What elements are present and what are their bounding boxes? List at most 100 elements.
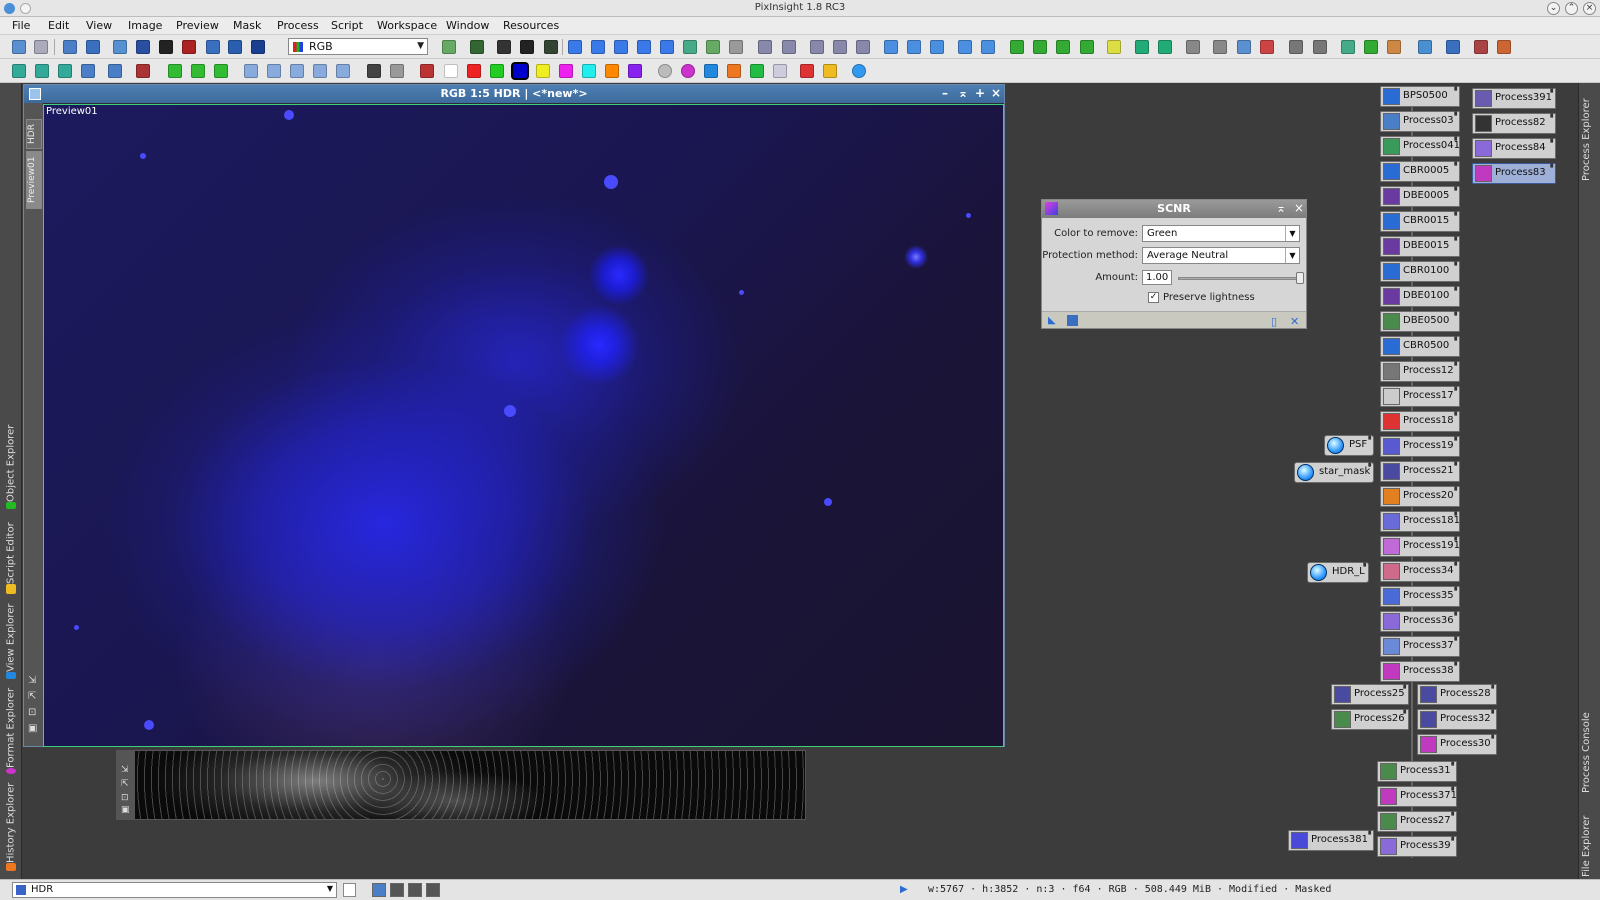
process-icon-dbe0500[interactable]: DBE0500 ▝ xyxy=(1380,311,1460,332)
red-channel-icon[interactable] xyxy=(467,64,481,78)
explorer-4-icon[interactable] xyxy=(1418,40,1432,54)
redo-icon[interactable] xyxy=(34,40,48,54)
tool-4-icon[interactable] xyxy=(1260,40,1274,54)
close-icon[interactable]: × xyxy=(991,86,1001,100)
process-icon-cbr0500[interactable]: CBR0500 ▝ xyxy=(1380,336,1460,357)
gray-icon[interactable] xyxy=(390,64,404,78)
process-9-icon[interactable] xyxy=(214,64,228,78)
tool-3-icon[interactable] xyxy=(1237,40,1251,54)
process-icon-star-mask[interactable]: star_mask ▝ xyxy=(1294,462,1374,483)
color-to-remove-select[interactable]: Green ▼ xyxy=(1142,225,1300,242)
mode-1-icon[interactable] xyxy=(372,883,386,897)
process-icon-dbe0005[interactable]: DBE0005 ▝ xyxy=(1380,186,1460,207)
format-explorer-tab[interactable]: Format Explorer xyxy=(2,688,20,778)
process-icon-process35[interactable]: Process35 ▝ xyxy=(1380,586,1460,607)
process-icon-process12[interactable]: Process12 ▝ xyxy=(1380,361,1460,382)
play-icon[interactable]: ▶ xyxy=(900,884,908,895)
menu-workspace[interactable]: Workspace xyxy=(377,19,437,32)
process-icon-process34[interactable]: Process34 ▝ xyxy=(1380,561,1460,582)
script-editor-tab[interactable]: Script Editor xyxy=(2,518,20,598)
explorer-7-icon[interactable] xyxy=(1497,40,1511,54)
rotate-2-icon[interactable] xyxy=(267,64,281,78)
orange-channel-icon[interactable] xyxy=(605,64,619,78)
notes-icon[interactable] xyxy=(1107,40,1121,54)
strip-tool-1-icon[interactable]: ⇲ xyxy=(121,765,129,775)
tool-6-icon[interactable] xyxy=(1313,40,1327,54)
invert-mask-icon[interactable] xyxy=(544,40,558,54)
process-icon-process03[interactable]: Process03 ▝ xyxy=(1380,111,1460,132)
script-icon[interactable] xyxy=(823,64,837,78)
menu-window[interactable]: Window xyxy=(446,19,489,32)
tab-hdr[interactable]: HDR xyxy=(26,119,42,149)
process-7-icon[interactable] xyxy=(168,64,182,78)
undo-icon[interactable] xyxy=(12,40,26,54)
tile-icon[interactable] xyxy=(907,40,921,54)
open-icon[interactable] xyxy=(63,40,77,54)
process-console-tab[interactable]: Process Console xyxy=(1581,703,1599,793)
cascade-icon[interactable] xyxy=(930,40,944,54)
zoom-2-icon[interactable] xyxy=(660,40,674,54)
workspace-4-icon[interactable] xyxy=(1080,40,1094,54)
execute-icon[interactable] xyxy=(800,64,814,78)
save-icon[interactable] xyxy=(86,40,100,54)
rotate-3-icon[interactable] xyxy=(290,64,304,78)
process-1-icon[interactable] xyxy=(12,64,26,78)
zoom-1-1-icon[interactable] xyxy=(810,40,824,54)
document-icon[interactable]: ▯ xyxy=(1271,315,1282,328)
mode-2-icon[interactable] xyxy=(390,883,404,897)
new-instance-icon[interactable]: ◣ xyxy=(1048,315,1059,326)
image-canvas[interactable]: Preview01 xyxy=(43,104,1004,747)
process-8-icon[interactable] xyxy=(191,64,205,78)
object-explorer-tab[interactable]: Object Explorer xyxy=(2,425,20,513)
mode-4-icon[interactable] xyxy=(426,883,440,897)
file-explorer-tab[interactable]: File Explorer xyxy=(1581,803,1599,877)
process-icon-process25[interactable]: Process25 ▝ xyxy=(1331,684,1409,705)
cyan-channel-icon[interactable] xyxy=(582,64,596,78)
process-3-icon[interactable] xyxy=(58,64,72,78)
mode-3-icon[interactable] xyxy=(408,883,422,897)
reset-icon[interactable]: ✕ xyxy=(1290,315,1301,328)
fit-view-icon[interactable] xyxy=(884,40,898,54)
channel-select[interactable]: RGB ▼ xyxy=(288,38,428,55)
process-icon-process28[interactable]: Process28 ▝ xyxy=(1417,684,1497,705)
amount-slider-handle[interactable] xyxy=(1296,272,1304,284)
process-icon-process30[interactable]: Process30 ▝ xyxy=(1417,734,1497,755)
image-window[interactable]: RGB 1:5 HDR | <*new*> – ⌅ + × HDR Previe… xyxy=(23,84,1005,747)
menu-preview[interactable]: Preview xyxy=(176,19,219,32)
settings-icon[interactable] xyxy=(658,64,672,78)
process-5-icon[interactable] xyxy=(108,64,122,78)
tab-tool-4-icon[interactable]: ▣ xyxy=(28,723,37,734)
process-icon-process39[interactable]: Process39 ▝ xyxy=(1377,836,1457,857)
minimize-icon[interactable]: – xyxy=(942,86,948,100)
flip-icon[interactable] xyxy=(336,64,350,78)
export-icon[interactable] xyxy=(1158,40,1172,54)
process-icon-process181[interactable]: Process181 ▝ xyxy=(1380,511,1460,532)
show-mask-icon[interactable] xyxy=(520,40,534,54)
zoom-in-icon[interactable] xyxy=(758,40,772,54)
refresh-icon[interactable] xyxy=(852,64,866,78)
tab-tool-2-icon[interactable]: ⇱ xyxy=(28,691,36,702)
histogram-icon[interactable] xyxy=(251,40,265,54)
workspace-1-icon[interactable] xyxy=(1010,40,1024,54)
amount-input[interactable]: 1.00 xyxy=(1142,270,1172,285)
process-icon-psf[interactable]: PSF ▝ xyxy=(1324,435,1374,456)
process-icon-dbe0100[interactable]: DBE0100 ▝ xyxy=(1380,286,1460,307)
view-select[interactable]: HDR ▼ xyxy=(12,882,337,898)
process-icon-cbr0100[interactable]: CBR0100 ▝ xyxy=(1380,261,1460,282)
process-icon-process84[interactable]: Process84 ▝ xyxy=(1472,138,1556,159)
tool-5-icon[interactable] xyxy=(1289,40,1303,54)
import-icon[interactable] xyxy=(1135,40,1149,54)
process-4-icon[interactable] xyxy=(81,64,95,78)
readout-icon[interactable] xyxy=(683,40,697,54)
mask-thumbnail[interactable] xyxy=(135,751,805,819)
process-explorer-tab[interactable]: Process Explorer xyxy=(1581,89,1599,181)
process-icon-process19[interactable]: Process19 ▝ xyxy=(1380,436,1460,457)
close-icon[interactable]: × xyxy=(1294,201,1304,215)
maximize-icon[interactable]: + xyxy=(975,86,985,100)
explorer-5-icon[interactable] xyxy=(1446,40,1460,54)
strip-tool-4-icon[interactable]: ▣ xyxy=(121,805,130,815)
channel-icon[interactable] xyxy=(420,64,434,78)
close-icon[interactable]: × xyxy=(1583,2,1596,15)
process-icon-process83[interactable]: Process83 ▝ xyxy=(1472,163,1556,184)
explorer-6-icon[interactable] xyxy=(1474,40,1488,54)
